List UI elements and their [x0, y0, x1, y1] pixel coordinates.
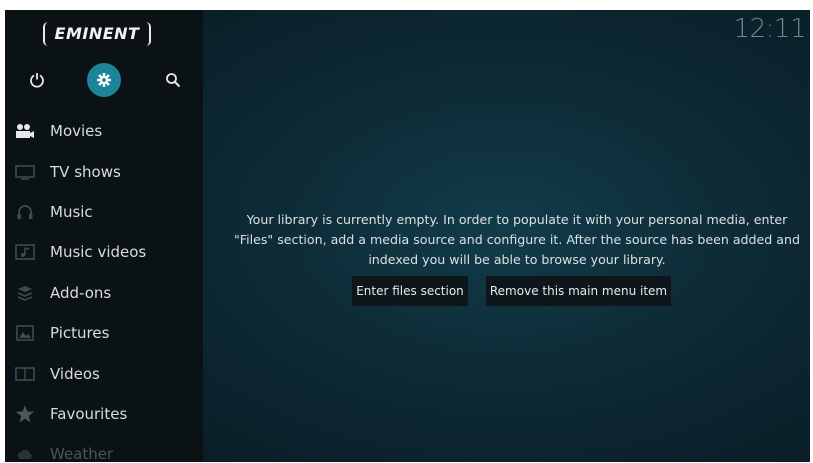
eminent-logo: EMINENT	[43, 22, 151, 46]
kodi-home-screen: EMINENT Movies TV shows Music Music vide…	[5, 10, 810, 462]
menu-item-favourites[interactable]: Favourites	[5, 394, 203, 434]
menu-item-tv-shows[interactable]: TV shows	[5, 151, 203, 191]
weather-icon	[14, 445, 36, 462]
tv-icon	[14, 163, 36, 181]
empty-library-message: Your library is currently empty. In orde…	[233, 212, 800, 267]
search-icon[interactable]	[155, 62, 191, 98]
menu-label: TV shows	[50, 162, 121, 181]
clock: 12:11	[733, 14, 807, 44]
star-icon	[14, 405, 36, 423]
menu-label: Pictures	[50, 324, 110, 343]
menu-item-videos[interactable]: Videos	[5, 353, 203, 393]
pictures-icon	[14, 324, 36, 342]
menu-label: Add-ons	[50, 283, 112, 302]
power-icon[interactable]	[19, 62, 55, 98]
menu-label: Music	[50, 202, 93, 221]
main-menu: Movies TV shows Music Music videos Add-o…	[5, 111, 203, 462]
menu-item-weather[interactable]: Weather	[5, 434, 203, 462]
menu-item-add-ons[interactable]: Add-ons	[5, 273, 203, 313]
enter-files-section-button[interactable]: Enter files section	[352, 276, 468, 306]
sidebar: EMINENT Movies TV shows Music Music vide…	[5, 10, 203, 462]
settings-icon[interactable]	[87, 63, 121, 97]
top-icon-bar	[5, 62, 203, 98]
menu-label: Weather	[50, 445, 114, 462]
menu-item-music-videos[interactable]: Music videos	[5, 232, 203, 272]
menu-item-movies[interactable]: Movies	[5, 111, 203, 151]
remove-menu-item-button[interactable]: Remove this main menu item	[486, 276, 671, 306]
menu-label: Music videos	[50, 243, 147, 262]
movies-icon	[14, 122, 36, 140]
menu-item-pictures[interactable]: Pictures	[5, 313, 203, 353]
addons-icon	[14, 284, 36, 302]
music-video-icon	[14, 243, 36, 261]
menu-item-music[interactable]: Music	[5, 192, 203, 232]
menu-label: Movies	[50, 122, 103, 141]
menu-label: Favourites	[50, 404, 128, 423]
menu-label: Videos	[50, 364, 100, 383]
videos-icon	[14, 365, 36, 383]
headphones-icon	[14, 203, 36, 221]
